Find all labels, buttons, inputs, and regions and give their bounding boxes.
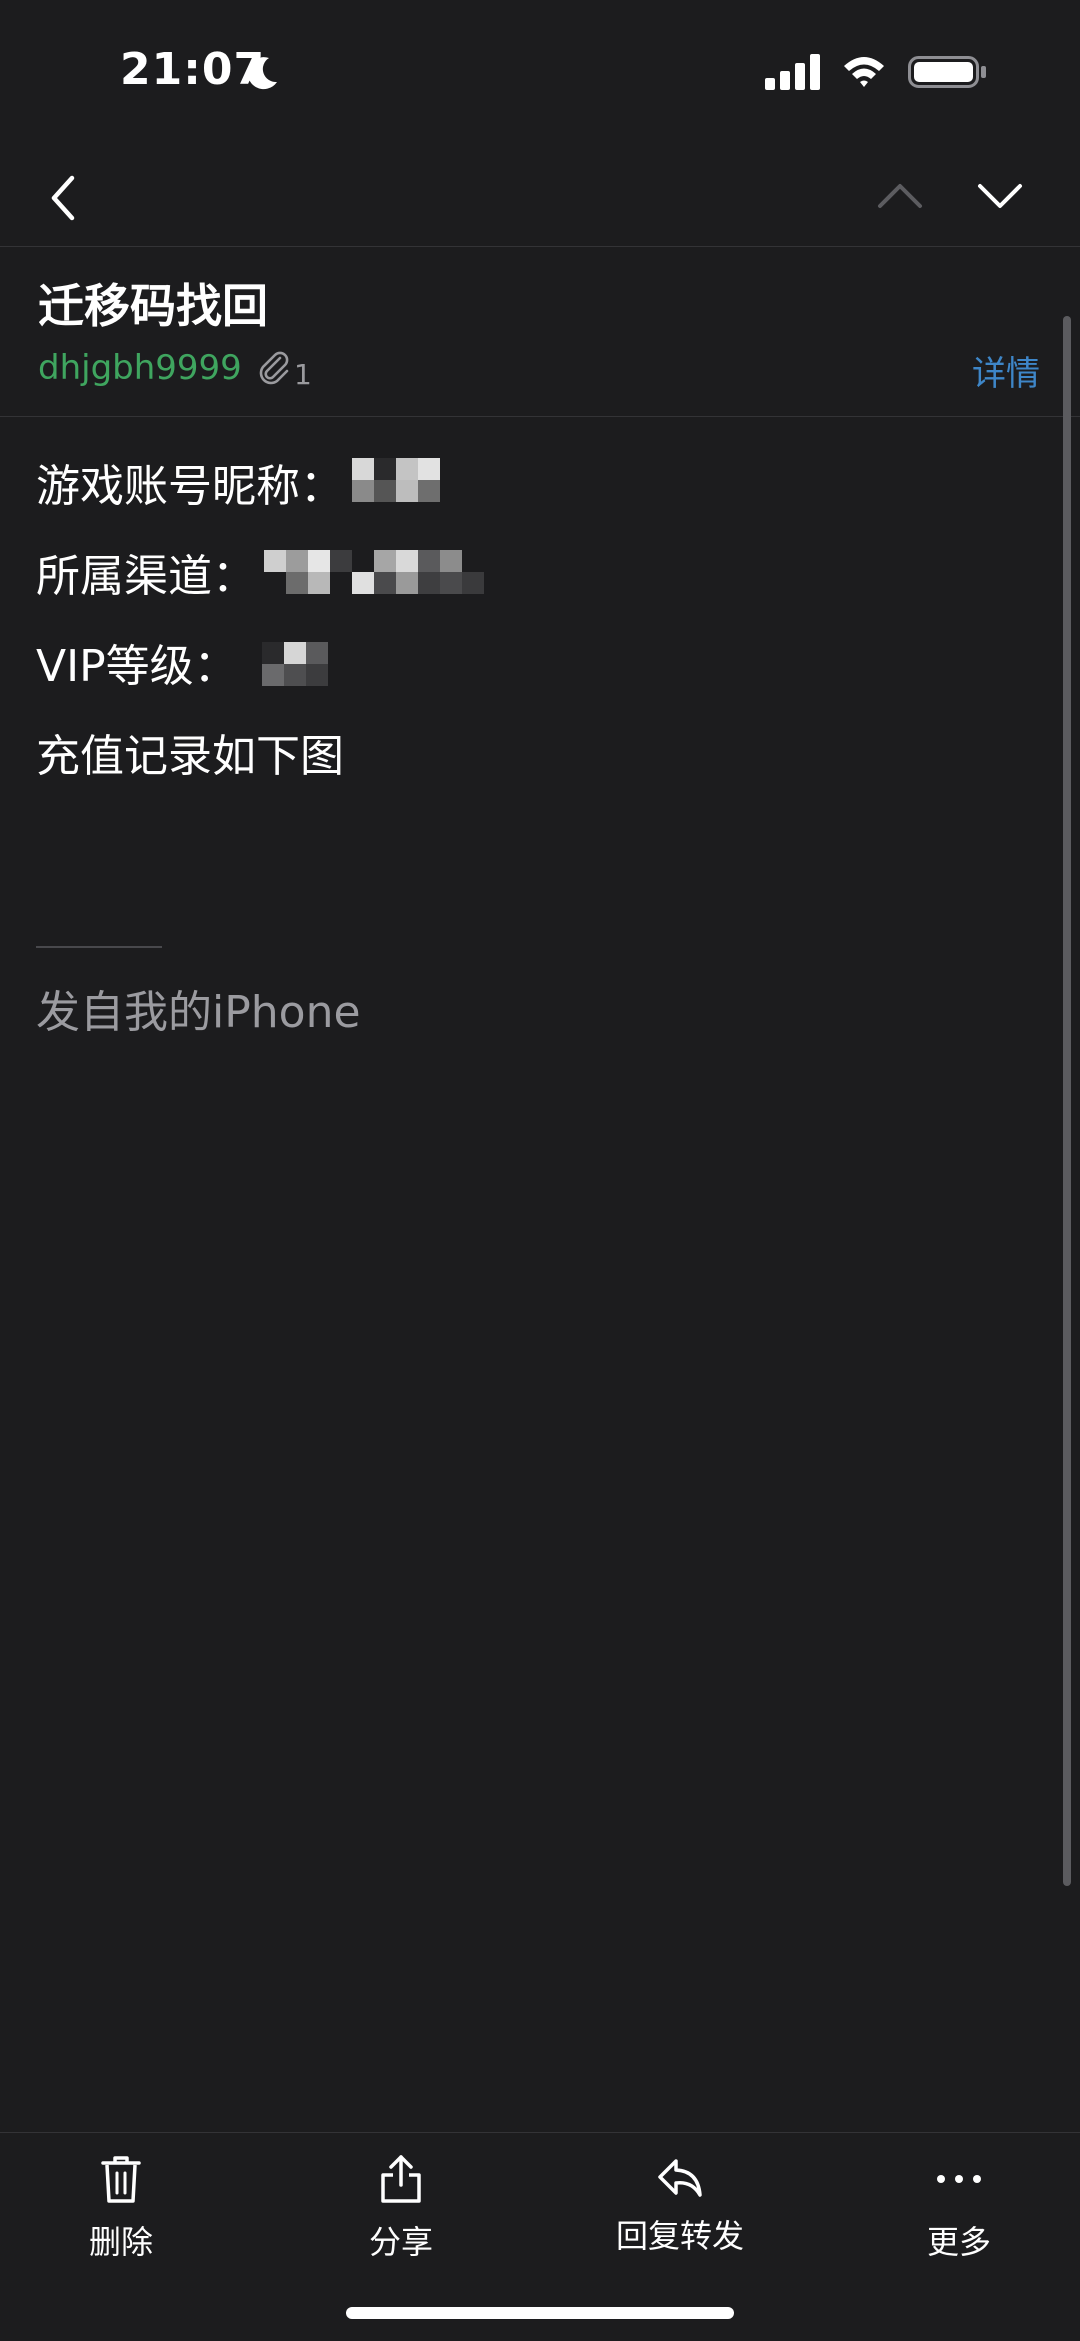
body-line-nickname: 游戏账号昵称： [36, 461, 344, 512]
scrollbar[interactable] [1063, 316, 1071, 1886]
mail-detail-screen: 21:07 迁移码找回 dhjgbh9999 1 详情 游戏账号昵称： 所属渠道… [0, 0, 1080, 2341]
wifi-icon [844, 57, 884, 87]
reply-forward-label: 回复转发 [615, 2217, 744, 2255]
home-indicator[interactable] [346, 2307, 734, 2319]
chevron-up-icon[interactable] [876, 172, 924, 220]
body-line-recharge: 充值记录如下图 [36, 731, 344, 782]
status-bar: 21:07 [0, 0, 1080, 140]
signature: 发自我的iPhone [36, 987, 361, 1038]
delete-button[interactable]: 删除 [21, 2133, 221, 2273]
paperclip-icon[interactable] [256, 350, 292, 386]
share-button[interactable]: 分享 [301, 2133, 501, 2273]
share-icon [381, 2155, 421, 2203]
body-line-vip: VIP等级： [36, 641, 238, 692]
mail-subject: 迁移码找回 [38, 279, 268, 333]
reply-forward-button[interactable]: 回复转发 [580, 2133, 780, 2273]
share-label: 分享 [368, 2223, 433, 2261]
signal-icon [765, 54, 820, 90]
moon-icon [247, 57, 277, 90]
mail-header: 迁移码找回 dhjgbh9999 1 详情 [0, 248, 1080, 417]
details-link[interactable]: 详情 [972, 346, 1040, 395]
nav-bar [0, 150, 1080, 247]
attachment-count[interactable]: 1 [294, 358, 312, 391]
chevron-down-icon[interactable] [976, 172, 1024, 220]
back-icon[interactable] [42, 168, 90, 228]
sender-name[interactable]: dhjgbh9999 [38, 348, 242, 388]
reply-icon [658, 2159, 702, 2197]
more-label: 更多 [926, 2223, 991, 2261]
more-icon [937, 2175, 981, 2183]
body-line-channel: 所属渠道： [36, 551, 256, 602]
battery-icon [908, 56, 986, 88]
more-button[interactable]: 更多 [859, 2133, 1059, 2273]
trash-icon [101, 2156, 141, 2203]
signature-divider [36, 946, 162, 948]
delete-label: 删除 [88, 2223, 153, 2261]
